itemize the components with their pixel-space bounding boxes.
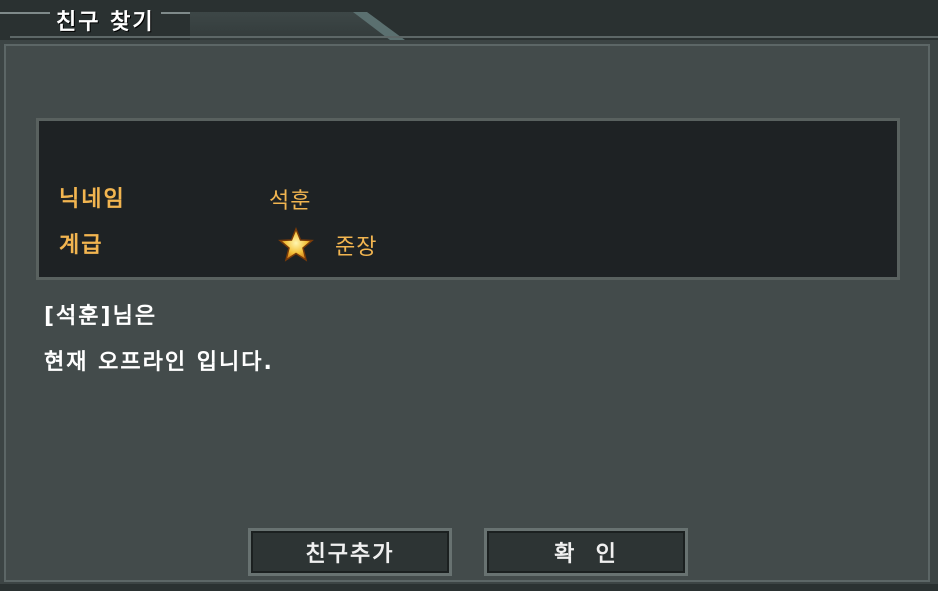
status-message-line1: [석훈]님은 (44, 304, 158, 329)
rank-value: 준장 (335, 235, 378, 260)
rank-label: 계급 (59, 233, 104, 258)
title-underline (10, 36, 938, 38)
star-icon (278, 227, 314, 262)
confirm-button[interactable]: 확 인 (484, 528, 688, 576)
friend-info-panel: 닉네임 석훈 계급 준장 (36, 118, 900, 280)
friend-search-dialog: 닉네임 석훈 계급 준장 [석훈]님은 현재 오프라인 입니다. 친구추가 확 … (4, 44, 930, 582)
nickname-value: 석훈 (269, 189, 312, 214)
add-friend-button[interactable]: 친구추가 (248, 528, 452, 576)
bottom-border (0, 584, 938, 591)
nickname-label: 닉네임 (59, 187, 126, 212)
window-title: 친구 찾기 (50, 4, 161, 36)
status-message-line2: 현재 오프라인 입니다. (44, 350, 274, 375)
